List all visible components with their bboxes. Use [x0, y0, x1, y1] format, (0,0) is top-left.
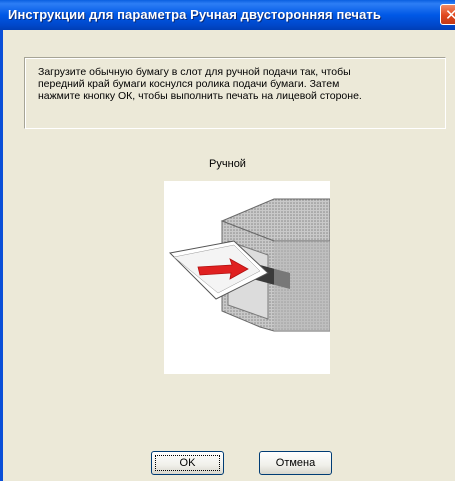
title-bar: Инструкции для параметра Ручная двусторо…: [0, 0, 455, 30]
printer-illustration: [164, 181, 330, 374]
cancel-button-label: Отмена: [275, 457, 316, 469]
printer-manual-feed-icon: [168, 198, 330, 332]
window-title: Инструкции для параметра Ручная двусторо…: [8, 7, 381, 22]
instructions-text: Загрузите обычную бумагу в слот для ручн…: [38, 66, 362, 102]
cancel-button[interactable]: Отмена: [259, 451, 332, 475]
illustration-label: Ручной: [209, 158, 246, 170]
ok-button[interactable]: OK: [151, 451, 224, 475]
close-button[interactable]: ✕: [440, 4, 455, 25]
window-frame-left: [0, 30, 3, 481]
ok-button-label: OK: [179, 457, 196, 469]
close-icon: ✕: [445, 6, 455, 24]
